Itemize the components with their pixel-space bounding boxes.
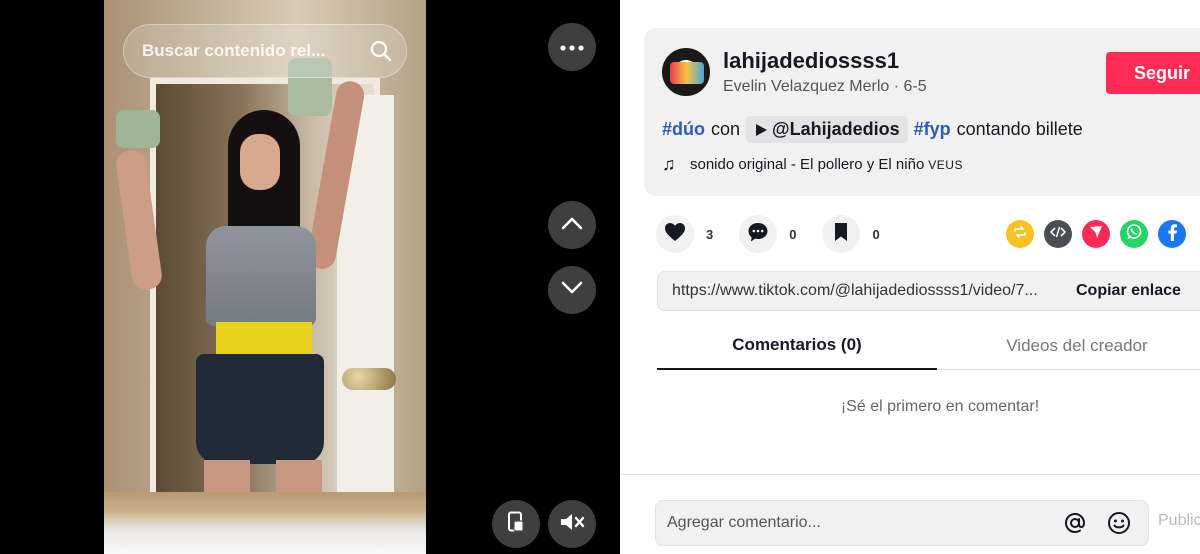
previous-video-button[interactable] [548, 201, 596, 249]
embed-button[interactable] [1044, 220, 1072, 248]
comment-input-box [655, 500, 1149, 546]
video-scene-sink [104, 492, 426, 554]
comment-count: 0 [789, 226, 797, 242]
comment-bar-divider [620, 474, 1200, 475]
copy-link-button[interactable]: Copiar enlace [1076, 282, 1181, 300]
description-text: contando billete [956, 119, 1083, 139]
share-link-box: https://www.tiktok.com/@lahijadediossss1… [657, 271, 1200, 311]
emoji-icon[interactable] [1104, 508, 1134, 538]
whatsapp-icon [1125, 223, 1143, 246]
comments-empty-state: ¡Sé el primero en comentar! [840, 398, 1040, 415]
chevron-up-icon [561, 216, 583, 235]
send-button[interactable] [1082, 220, 1110, 248]
next-video-button[interactable] [548, 266, 596, 314]
facebook-button[interactable] [1158, 220, 1186, 248]
comment-input[interactable] [656, 501, 1060, 545]
mention-text: @Lahijadedios [772, 119, 900, 139]
whatsapp-button[interactable] [1120, 220, 1148, 248]
facebook-icon [1166, 223, 1178, 246]
tab-comments[interactable]: Comentarios (0) [657, 322, 937, 370]
engagement-actions: 3 0 0 [656, 214, 906, 254]
post-description: #dúo con @Lahijadedios #fyp contando bil… [662, 116, 1083, 143]
display-name: Evelin Velazquez Merlo [723, 78, 890, 95]
music-link[interactable]: ♫ sonido original - El pollero y El niño… [662, 154, 963, 175]
panel-tabs: Comentarios (0) Videos del creador [657, 322, 1200, 370]
save-action: 0 [822, 215, 880, 253]
send-icon [1089, 225, 1103, 244]
username[interactable]: lahijadediossss1 [723, 48, 899, 74]
tab-creator-videos[interactable]: Videos del creador [937, 322, 1200, 370]
like-button[interactable] [656, 215, 694, 253]
comment-action: 0 [739, 215, 796, 253]
share-link-url[interactable]: https://www.tiktok.com/@lahijadediossss1… [672, 282, 1076, 300]
video-detail-panel: lahijadediossss1 Evelin Velazquez Merlo … [620, 0, 1200, 554]
search-icon[interactable] [369, 38, 393, 64]
comment-button[interactable] [739, 215, 778, 253]
music-note-icon: ♫ [662, 154, 676, 174]
hashtag-duo[interactable]: #dúo [662, 119, 705, 140]
bookmark-icon [833, 222, 849, 247]
mute-button[interactable] [548, 500, 596, 548]
repost-button[interactable] [1006, 220, 1034, 248]
music-title: sonido original - El pollero y El niño [690, 156, 925, 173]
chevron-down-icon [561, 281, 583, 300]
music-suffix: VEUS [928, 157, 963, 172]
floating-player-icon [506, 511, 526, 538]
video-search-box[interactable] [123, 24, 407, 78]
author-subline: Evelin Velazquez Merlo · 6-5 [723, 78, 927, 96]
post-info-card: lahijadediossss1 Evelin Velazquez Merlo … [644, 28, 1200, 196]
post-comment-button[interactable]: Publicar [1158, 512, 1200, 530]
at-mention-icon[interactable] [1060, 508, 1090, 538]
video-player[interactable] [0, 0, 620, 554]
hashtag-fyp[interactable]: #fyp [914, 119, 951, 140]
video-scene-person [114, 58, 367, 520]
post-date: 6-5 [903, 78, 927, 95]
description-con: con [711, 119, 741, 139]
avatar-logo [670, 62, 704, 84]
like-action: 3 [656, 215, 713, 253]
repost-icon [1012, 224, 1028, 245]
volume-muted-icon [559, 511, 585, 538]
floating-player-button[interactable] [492, 500, 540, 548]
subline-separator: · [889, 78, 904, 95]
embed-icon [1049, 225, 1067, 243]
ellipsis-icon [560, 38, 584, 56]
mention-chip[interactable]: @Lahijadedios [746, 116, 908, 143]
comment-bubble-icon [747, 221, 769, 248]
follow-button[interactable]: Seguir [1106, 52, 1200, 94]
more-options-button[interactable] [548, 23, 596, 71]
share-options [1006, 220, 1196, 248]
avatar[interactable] [662, 48, 710, 96]
like-count: 3 [706, 226, 714, 242]
heart-icon [664, 222, 686, 247]
save-button[interactable] [822, 215, 861, 253]
play-icon [754, 123, 768, 137]
video-search-input[interactable] [142, 41, 369, 61]
save-count: 0 [872, 226, 880, 242]
video-frame[interactable] [104, 0, 426, 554]
